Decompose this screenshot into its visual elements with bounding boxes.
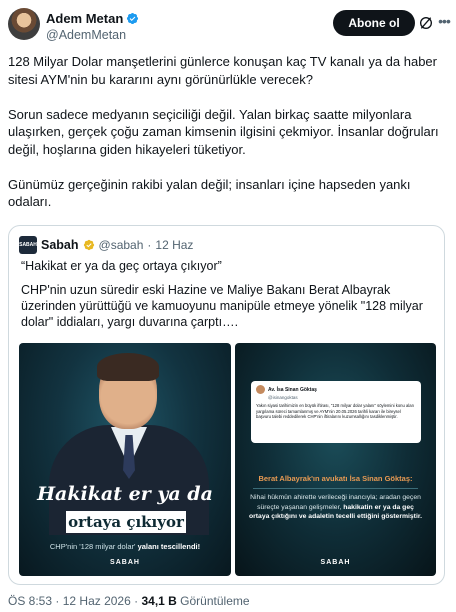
embedded-author-name: Av. İsa Sinan Göktaş bbox=[268, 386, 317, 393]
tweet-paragraph: Günümüz gerçeğinin rakibi yalan değil; i… bbox=[8, 176, 411, 210]
avatar[interactable] bbox=[8, 8, 40, 40]
tweet-date[interactable]: 12 Haz 2026 bbox=[63, 594, 131, 608]
quoted-tweet-date: 12 Haz bbox=[155, 238, 194, 252]
tweet-time[interactable]: ÖS 8:53 bbox=[8, 594, 52, 608]
person-hair bbox=[97, 353, 159, 381]
author-handle[interactable]: @AdemMetan bbox=[46, 28, 126, 42]
news-image-left[interactable]: Hakikat er ya da geç ortaya çıkıyor CHP'… bbox=[19, 343, 231, 576]
image-headline-2: ortaya çıkıyor bbox=[66, 511, 186, 533]
separator-dot: · bbox=[55, 594, 60, 608]
author-name[interactable]: Adem Metan bbox=[46, 11, 123, 26]
quoted-headline: “Hakikat er ya da geç ortaya çıkıyor” bbox=[21, 259, 222, 273]
tweet-text: 128 Milyar Dolar manşetlerini günlerce k… bbox=[8, 53, 450, 228]
view-label: Görüntüleme bbox=[180, 594, 250, 608]
quoted-tweet-header: SABAH Sabah @sabah · 12 Haz bbox=[19, 236, 193, 254]
quoted-tweet-card[interactable]: SABAH Sabah @sabah · 12 Haz “Hakikat er … bbox=[8, 225, 445, 585]
tweet-header: Adem Metan @AdemMetan Abone ol ••• bbox=[8, 8, 451, 48]
embedded-author-handle: @isinangoktas bbox=[268, 395, 298, 400]
quoted-body: CHP'nin uzun süredir eski Hazine ve Mali… bbox=[21, 283, 423, 329]
more-options-icon[interactable]: ••• bbox=[436, 13, 452, 29]
sabah-brand: SABAH bbox=[110, 559, 140, 566]
separator-dot: · bbox=[134, 594, 139, 608]
tweet-paragraph: 128 Milyar Dolar manşetlerini günlerce k… bbox=[8, 54, 437, 87]
caption-prefix: CHP'nin '128 milyar dolar' bbox=[49, 542, 136, 551]
image-caption: CHP'nin '128 milyar dolar' yalanı tescil… bbox=[19, 542, 231, 551]
embedded-tweet-text: Yakın siyasi tarihimizin en büyük iftira… bbox=[256, 403, 414, 420]
grok-icon[interactable] bbox=[418, 15, 434, 31]
gold-verified-badge-icon bbox=[83, 239, 94, 251]
caption-bold: yalanı tescillendi! bbox=[137, 542, 201, 551]
news-image-right[interactable]: Av. İsa Sinan Göktaş @isinangoktas Yakın… bbox=[235, 343, 436, 576]
author-name-row[interactable]: Adem Metan bbox=[46, 11, 139, 26]
divider bbox=[253, 488, 418, 489]
view-count: 34,1 B bbox=[141, 594, 177, 608]
avatar bbox=[256, 385, 265, 394]
quote-title: Berat Albayrak'ın avukatı İsa Sinan Gökt… bbox=[258, 474, 413, 483]
tweet-footer: ÖS 8:53 · 12 Haz 2026 · 34,1 B Görüntüle… bbox=[8, 594, 250, 608]
sabah-logo: SABAH bbox=[19, 236, 37, 254]
embedded-tweet-card: Av. İsa Sinan Göktaş @isinangoktas Yakın… bbox=[251, 381, 421, 443]
quoted-author-handle: @sabah bbox=[98, 238, 144, 252]
separator-dot: · bbox=[147, 238, 152, 252]
sabah-brand: SABAH bbox=[320, 559, 351, 566]
follow-button[interactable]: Abone ol bbox=[333, 10, 415, 36]
quoted-author-name: Sabah bbox=[41, 238, 79, 252]
embedded-tweet-header: Av. İsa Sinan Göktaş bbox=[256, 385, 416, 394]
quoted-tweet-text: “Hakikat er ya da geç ortaya çıkıyor” CH… bbox=[21, 258, 436, 338]
verified-badge-icon bbox=[127, 12, 139, 25]
tweet-paragraph: Sorun sadece medyanın seçiciliği değil. … bbox=[8, 106, 439, 157]
quote-body: Nihai hükmün ahirette verileceği inancıy… bbox=[247, 493, 424, 522]
